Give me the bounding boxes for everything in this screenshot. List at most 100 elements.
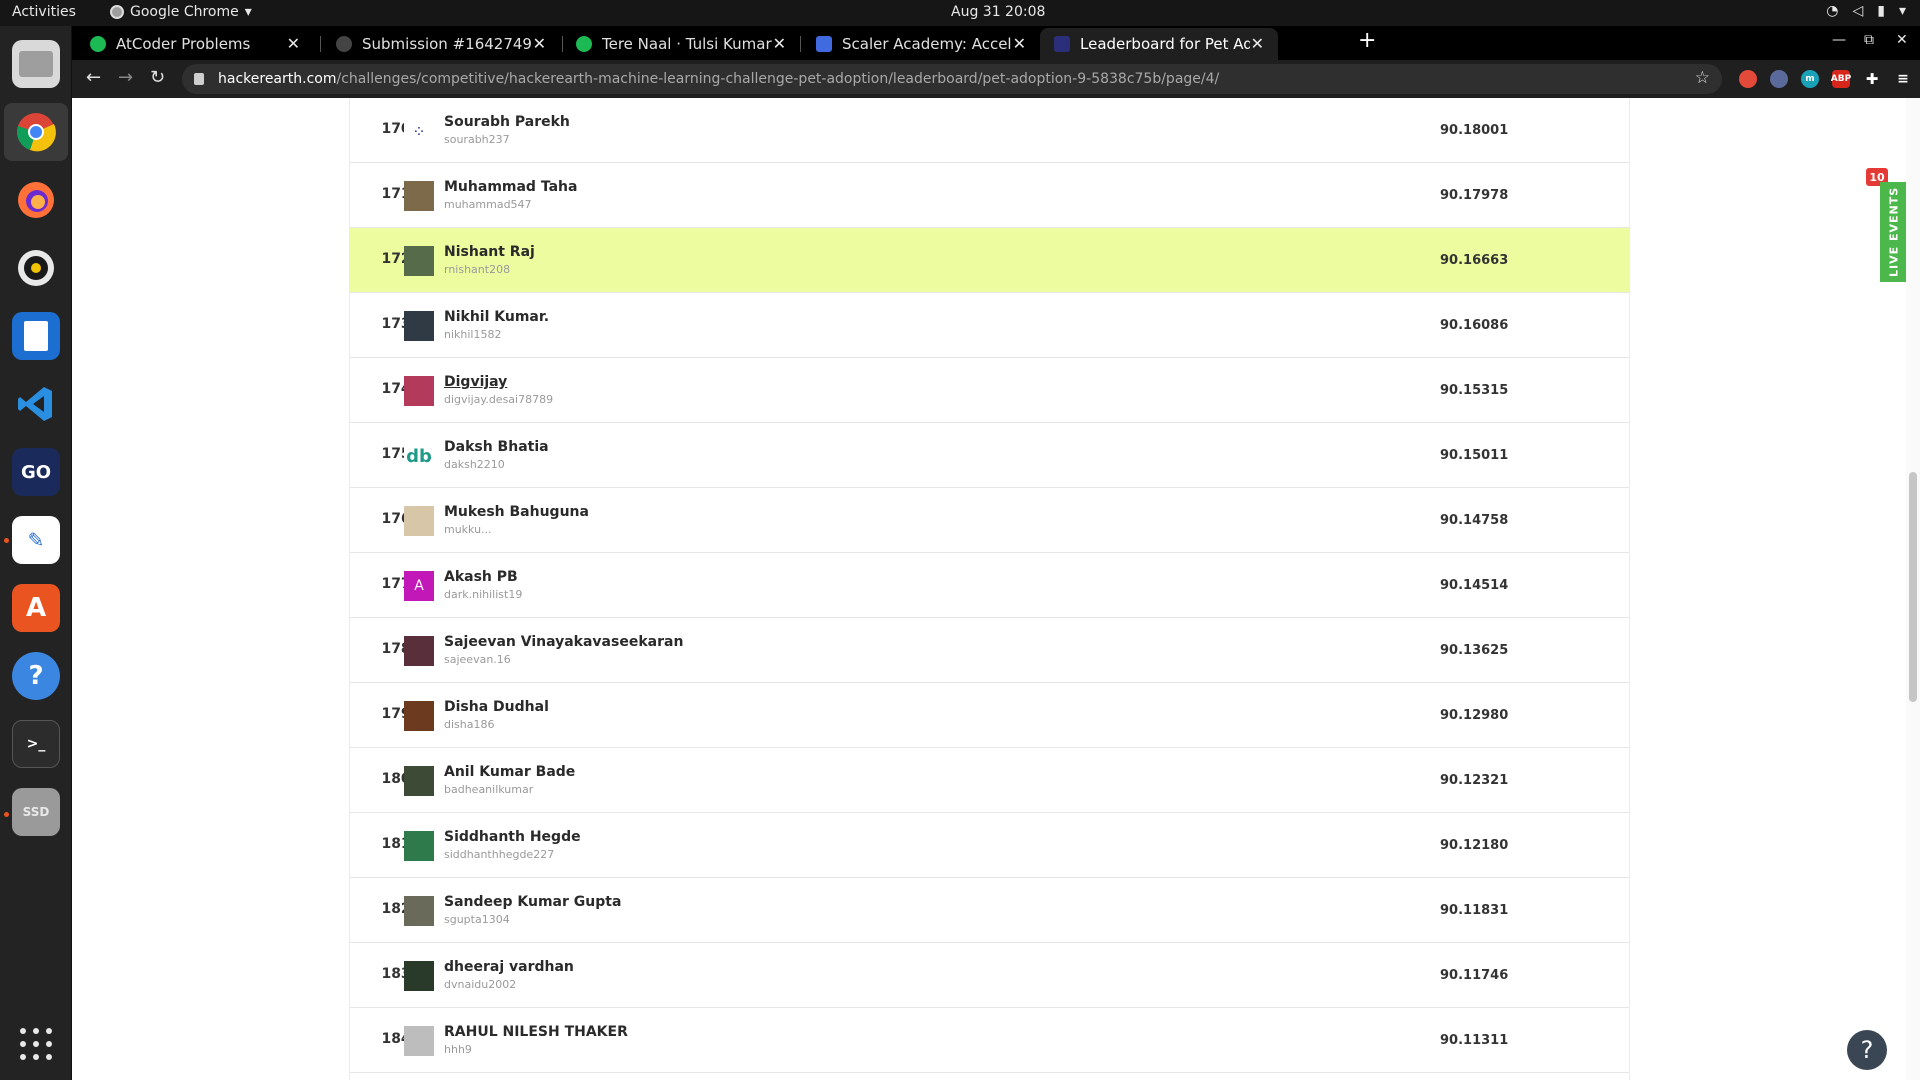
avatar[interactable] [404,636,434,666]
chrome-dock-icon[interactable] [12,108,60,156]
goland-icon[interactable]: GO [12,448,60,496]
table-row[interactable]: 174. Digvijay digvijay.desai78789 90.15315 [350,358,1629,423]
table-row[interactable]: 178. Sajeevan Vinayakavaseekaran sajeevan.… [350,618,1629,683]
user-handle: dvnaidu2002 [444,978,517,991]
score: 90.15011 [1440,448,1509,463]
avatar[interactable] [404,311,434,341]
user-name-link[interactable]: Sourabh Parekh [444,114,570,130]
user-name-link[interactable]: Nikhil Kumar. [444,309,549,325]
rhythmbox-icon[interactable] [12,244,60,292]
tab-spotify[interactable]: Tere Naal · Tulsi Kumar ✕ [562,28,800,60]
tab-scaler[interactable]: Scaler Academy: Accelerat ✕ [802,28,1040,60]
user-name-link[interactable]: dheeraj vardhan [444,959,574,975]
avatar[interactable] [404,376,434,406]
tab-atcoder[interactable]: AtCoder Problems ✕ [76,28,314,60]
user-name-link[interactable]: Akash PB [444,569,518,585]
dark-reader-icon[interactable] [1770,70,1788,88]
table-row[interactable]: 170. ⁘ Sourabh Parekh sourabh237 90.18001 [350,98,1629,163]
user-name-link[interactable]: Daksh Bhatia [444,439,549,455]
table-row[interactable]: 184. RAHUL NILESH THAKER hhh9 90.11311 [350,1008,1629,1073]
page-viewport: dmanogha24 170.⁘Sourabh Parekhsourabh237… [72,98,1920,1080]
back-icon[interactable]: ← [86,67,101,88]
user-name-link[interactable]: Nishant Raj [444,244,535,260]
bookmark-star-icon[interactable]: ☆ [1695,68,1710,88]
show-applications-icon[interactable] [20,1028,52,1060]
extensions-puzzle-icon[interactable]: ✚ [1863,70,1881,88]
table-row[interactable]: 173. Nikhil Kumar. nikhil1582 90.16086 [350,293,1629,358]
close-icon[interactable]: ✕ [533,34,546,53]
close-icon[interactable]: ✕ [287,34,300,53]
table-row[interactable]: 172. Nishant Raj rnishant208 90.16663 [350,228,1629,293]
table-row[interactable]: 182. Sandeep Kumar Gupta sgupta1304 90.1183… [350,878,1629,943]
avatar[interactable]: ⁘ [404,116,434,146]
table-row[interactable]: 176. Mukesh Bahuguna mukku... 90.14758 [350,488,1629,553]
hackerearth-icon [1054,36,1070,52]
media-control-icon[interactable]: ≡ [1894,70,1912,88]
table-row[interactable]: 181. Siddhanth Hegde siddhanthhegde227 90.1… [350,813,1629,878]
ssd-drive-icon[interactable]: SSD [12,788,60,836]
tab-leaderboard[interactable]: Leaderboard for Pet Adop ✕ [1040,28,1278,60]
clock[interactable]: Aug 31 20:08 [951,4,1045,20]
address-bar[interactable]: hackerearth.com/challenges/competitive/h… [182,64,1722,94]
user-name-link[interactable]: Anil Kumar Bade [444,764,575,780]
avatar[interactable] [404,831,434,861]
help-icon[interactable]: ? [12,652,60,700]
terminal-icon[interactable]: >_ [12,720,60,768]
user-handle: dark.nihilist19 [444,588,523,601]
user-name-link[interactable]: Siddhanth Hegde [444,829,581,845]
new-tab-button[interactable]: + [1358,28,1376,53]
firefox-icon[interactable] [12,176,60,224]
close-icon[interactable]: ✕ [1013,34,1026,53]
user-name-link[interactable]: Disha Dudhal [444,699,549,715]
user-name-link[interactable]: RAHUL NILESH THAKER [444,1024,628,1040]
score: 90.12321 [1440,773,1509,788]
table-row[interactable]: 183. dheeraj vardhan dvnaidu2002 90.11746 [350,943,1629,1008]
user-name-link[interactable]: Digvijay [444,374,507,390]
momentum-icon[interactable]: m [1801,70,1819,88]
window-close-icon[interactable]: ✕ [1896,32,1908,48]
scrollbar-thumb[interactable] [1909,472,1917,702]
files-icon[interactable] [12,40,60,88]
avatar[interactable] [404,896,434,926]
app-menu[interactable]: Google Chrome ▾ [110,4,252,20]
table-row[interactable]: 177. A Akash PB dark.nihilist19 90.14514 [350,553,1629,618]
forward-icon[interactable]: → [118,67,133,88]
adblock-plus-icon[interactable]: ABP [1831,70,1851,88]
avatar[interactable]: db [404,441,434,471]
avatar[interactable] [404,701,434,731]
user-name-link[interactable]: Mukesh Bahuguna [444,504,589,520]
reload-icon[interactable]: ↻ [150,67,165,88]
vscode-icon[interactable] [12,380,60,428]
avatar[interactable]: A [404,571,434,601]
avatar[interactable] [404,961,434,991]
table-row[interactable]: 175. db Daksh Bhatia daksh2210 90.15011 [350,423,1629,488]
table-row[interactable]: 180. Anil Kumar Bade badheanilkumar 90.1232… [350,748,1629,813]
user-name-link[interactable]: Sandeep Kumar Gupta [444,894,621,910]
restore-icon[interactable]: ⧉ [1864,32,1874,48]
minimize-icon[interactable]: — [1832,32,1846,48]
text-editor-icon[interactable]: ✎ [12,516,60,564]
live-events-tab[interactable]: LIVE EVENTS [1880,182,1908,282]
table-row[interactable]: 179. Disha Dudhal disha186 90.12980 [350,683,1629,748]
activities-button[interactable]: Activities [12,4,76,20]
avatar[interactable] [404,766,434,796]
user-handle: rnishant208 [444,263,511,276]
score: 90.12980 [1440,708,1509,723]
user-name-link[interactable]: Muhammad Taha [444,179,577,195]
writer-icon[interactable] [12,312,60,360]
tab-title: Leaderboard for Pet Adop [1080,35,1250,53]
help-button[interactable]: ? [1847,1030,1887,1070]
colorzilla-icon[interactable] [1739,70,1757,88]
user-name-link[interactable]: Sajeevan Vinayakavaseekaran [444,634,683,650]
system-tray[interactable]: ◔ ◁ ▮ ▾ [1826,3,1906,19]
tab-submission[interactable]: Submission #16427490 - A ✕ [322,28,560,60]
table-row[interactable]: 171. Muhammad Taha muhammad547 90.17978 [350,163,1629,228]
close-icon[interactable]: ✕ [773,34,786,53]
software-icon[interactable]: A [12,584,60,632]
close-icon[interactable]: ✕ [1251,34,1264,53]
user-handle: disha186 [444,718,495,731]
avatar[interactable] [404,181,434,211]
avatar[interactable] [404,506,434,536]
avatar[interactable] [404,1026,434,1056]
avatar[interactable] [404,246,434,276]
